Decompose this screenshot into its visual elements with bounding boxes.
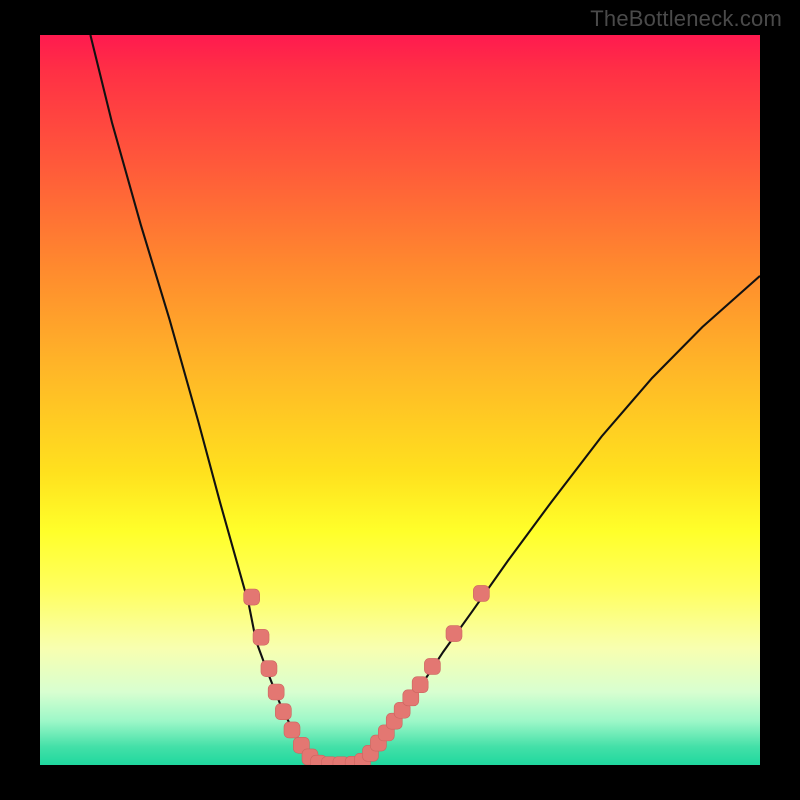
plot-area — [40, 35, 760, 765]
data-marker — [446, 626, 462, 642]
chart-frame: TheBottleneck.com — [0, 0, 800, 800]
marker-group — [244, 585, 490, 765]
data-marker — [412, 677, 428, 693]
data-marker — [244, 589, 260, 605]
data-marker — [275, 704, 291, 720]
data-marker — [261, 661, 277, 677]
data-marker — [424, 658, 440, 674]
data-marker — [284, 722, 300, 738]
attribution-text: TheBottleneck.com — [590, 6, 782, 32]
data-marker — [253, 629, 269, 645]
curve-left-branch — [90, 35, 317, 764]
chart-svg — [40, 35, 760, 765]
data-marker — [268, 684, 284, 700]
data-marker — [473, 585, 489, 601]
